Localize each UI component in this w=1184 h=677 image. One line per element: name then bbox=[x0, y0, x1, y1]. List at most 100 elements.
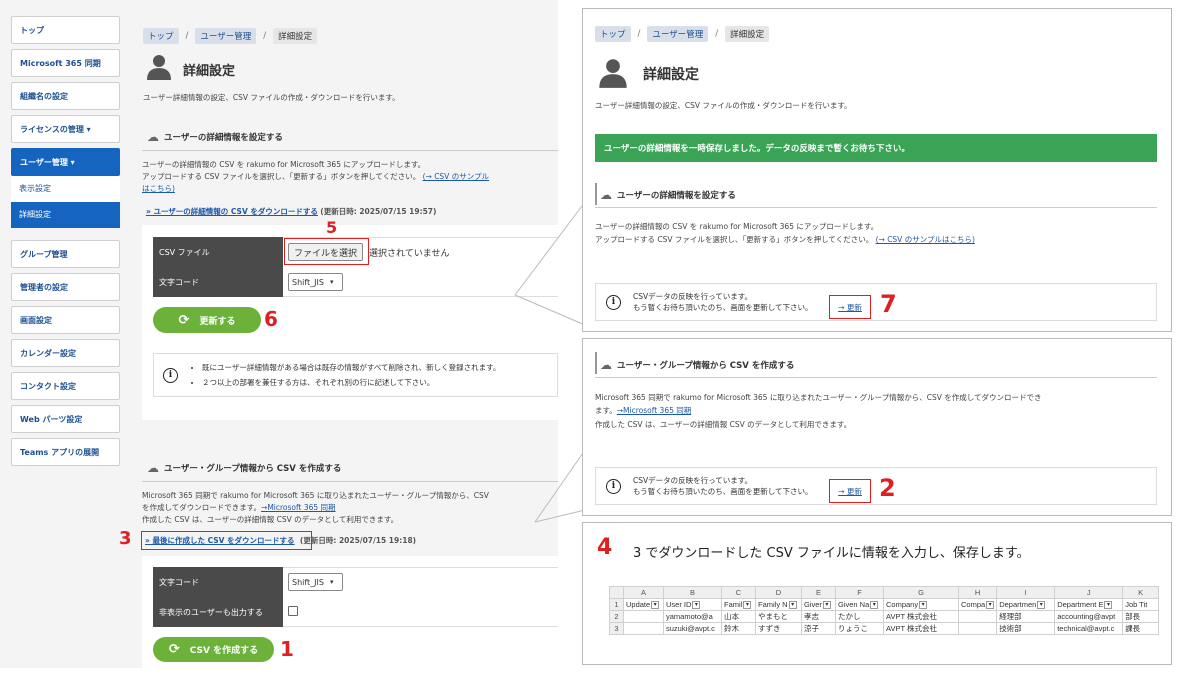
m365-sync-link[interactable]: →Microsoft 365 同期 bbox=[617, 406, 692, 415]
cell[interactable]: すずき bbox=[755, 622, 802, 635]
column-letter: E bbox=[801, 586, 836, 599]
sidebar-item-webparts[interactable]: Web パーツ設定 bbox=[11, 405, 120, 433]
header-cell[interactable]: Given Na ▾ bbox=[835, 598, 884, 611]
cell[interactable]: 山本 bbox=[721, 610, 756, 623]
column-letter: B bbox=[663, 586, 722, 599]
filter-dropdown-icon[interactable]: ▾ bbox=[651, 601, 660, 609]
sidebar-item-teams[interactable]: Teams アプリの展開 bbox=[11, 438, 120, 466]
breadcrumb-users[interactable]: ユーザー管理 bbox=[195, 28, 257, 44]
step-2-marker: 2 bbox=[879, 474, 896, 502]
progress-notice: i CSVデータの反映を行っています。 もう暫くお待ち頂いたのち、画面を更新して… bbox=[595, 467, 1157, 505]
cell[interactable] bbox=[957, 622, 998, 635]
cell[interactable] bbox=[623, 622, 664, 635]
cell[interactable]: suzuki@avpt.c bbox=[663, 622, 722, 635]
filter-dropdown-icon[interactable]: ▾ bbox=[1037, 601, 1046, 609]
cell[interactable]: technical@avpt.c bbox=[1054, 622, 1124, 635]
filter-dropdown-icon[interactable]: ▾ bbox=[692, 601, 701, 609]
cell[interactable]: 部長 bbox=[1122, 610, 1160, 623]
csv-sample-link[interactable]: (→ CSV のサンプル bbox=[423, 172, 489, 181]
create-encoding-select[interactable]: Shift_JIS ▾ bbox=[288, 573, 343, 591]
cell[interactable]: yamamoto@a bbox=[663, 610, 722, 623]
column-letter: J bbox=[1054, 586, 1124, 599]
breadcrumb-top[interactable]: トップ bbox=[595, 26, 631, 42]
filter-dropdown-icon[interactable]: ▾ bbox=[743, 601, 752, 609]
download-last-csv-link[interactable]: » 最後に作成した CSV をダウンロードする bbox=[145, 536, 295, 545]
sidebar-item-contact[interactable]: コンタクト設定 bbox=[11, 372, 120, 400]
refresh-link[interactable]: → 更新 bbox=[838, 486, 862, 497]
header-cell[interactable]: Departmen ▾ bbox=[996, 598, 1056, 611]
sidebar-subitem-display[interactable]: 表示設定 bbox=[11, 176, 120, 202]
cell[interactable] bbox=[957, 610, 998, 623]
sidebar-item-groups[interactable]: グループ管理 bbox=[11, 240, 120, 268]
cell[interactable]: 鈴木 bbox=[721, 622, 756, 635]
encoding-select[interactable]: Shift_JIS ▾ bbox=[288, 273, 343, 291]
sidebar-item-top[interactable]: トップ bbox=[11, 16, 120, 44]
header-cell[interactable]: Company ▾ bbox=[883, 598, 959, 611]
column-letter-row: A B C D E F G H I J K bbox=[609, 586, 1160, 599]
cell[interactable] bbox=[623, 610, 664, 623]
header-cell[interactable]: Department E ▾ bbox=[1054, 598, 1124, 611]
breadcrumb-users[interactable]: ユーザー管理 bbox=[647, 26, 709, 42]
last-csv-time: (更新日時: 2025/07/15 19:18) bbox=[299, 536, 417, 545]
sidebar-item-license[interactable]: ライセンスの管理 ▾ bbox=[11, 115, 120, 143]
cell[interactable]: やまもと bbox=[755, 610, 802, 623]
header-cell[interactable]: Family N ▾ bbox=[755, 598, 802, 611]
step-5-marker: 5 bbox=[326, 218, 338, 237]
sidebar-item-calendar[interactable]: カレンダー設定 bbox=[11, 339, 120, 367]
header-cell[interactable]: Famil ▾ bbox=[721, 598, 756, 611]
sidebar-item-users[interactable]: ユーザー管理 ▾ bbox=[11, 148, 120, 176]
sidebar-item-org-name[interactable]: 組織名の設定 bbox=[11, 82, 120, 110]
hidden-users-checkbox[interactable] bbox=[288, 606, 298, 616]
sidebar-subitem-detail[interactable]: 詳細設定 bbox=[11, 202, 120, 228]
download-detail-csv-link[interactable]: » ユーザーの詳細情報の CSV をダウンロードする bbox=[146, 207, 318, 216]
breadcrumb-current: 詳細設定 bbox=[725, 26, 770, 42]
choose-file-button[interactable]: ファイルを選択 bbox=[288, 243, 364, 261]
csv-sample-link-cont[interactable]: はこちら) bbox=[142, 184, 175, 193]
header-cell[interactable]: Update ▾ bbox=[623, 598, 664, 611]
cloud-download-icon: ☁ bbox=[600, 358, 612, 372]
breadcrumb: トップ / ユーザー管理 / 詳細設定 bbox=[595, 26, 770, 42]
header-cell[interactable]: Job Tit bbox=[1122, 598, 1160, 611]
cell[interactable]: AVPT 株式会社 bbox=[883, 610, 959, 623]
filter-dropdown-icon[interactable]: ▾ bbox=[1104, 601, 1113, 609]
filter-dropdown-icon[interactable]: ▾ bbox=[986, 601, 995, 609]
sidebar-item-m365-sync[interactable]: Microsoft 365 同期 bbox=[11, 49, 120, 77]
filter-dropdown-icon[interactable]: ▾ bbox=[870, 601, 879, 609]
header-cell[interactable]: User ID ▾ bbox=[663, 598, 722, 611]
column-letter: C bbox=[721, 586, 756, 599]
header-cell[interactable]: Compa ▾ bbox=[957, 598, 998, 611]
cell[interactable]: りょうこ bbox=[835, 622, 884, 635]
filter-dropdown-icon[interactable]: ▾ bbox=[822, 601, 831, 609]
update-button[interactable]: ⟳ 更新する bbox=[153, 307, 261, 333]
create-csv-button[interactable]: ⟳ CSV を作成する bbox=[153, 637, 274, 662]
cell[interactable]: 課長 bbox=[1122, 622, 1160, 635]
divider bbox=[142, 150, 558, 151]
cell[interactable]: 経理部 bbox=[996, 610, 1056, 623]
filter-dropdown-icon[interactable]: ▾ bbox=[788, 601, 797, 609]
cell[interactable]: AVPT 株式会社 bbox=[883, 622, 959, 635]
breadcrumb: トップ / ユーザー管理 / 詳細設定 bbox=[143, 28, 318, 44]
column-letter: K bbox=[1122, 586, 1160, 599]
info-icon: i bbox=[606, 294, 621, 310]
step-4-text: 3 でダウンロードした CSV ファイルに情報を入力し、保存します。 bbox=[633, 546, 1030, 561]
filter-dropdown-icon[interactable]: ▾ bbox=[919, 601, 928, 609]
upload-desc-1: ユーザーの詳細情報の CSV を rakumo for Microsoft 36… bbox=[595, 222, 879, 231]
callout-panel-create-result: ☁ ユーザー・グループ情報から CSV を作成する Microsoft 365 … bbox=[582, 338, 1172, 516]
row-number: 2 bbox=[609, 610, 624, 623]
cell[interactable]: accounting@avpt bbox=[1054, 610, 1124, 623]
sidebar-item-screen[interactable]: 画面設定 bbox=[11, 306, 120, 334]
sidebar: トップ Microsoft 365 同期 組織名の設定 ライセンスの管理 ▾ ユ… bbox=[11, 16, 120, 471]
sidebar-item-admins[interactable]: 管理者の設定 bbox=[11, 273, 120, 301]
cell[interactable]: 孝志 bbox=[801, 610, 836, 623]
m365-sync-link[interactable]: →Microsoft 365 同期 bbox=[261, 503, 336, 512]
cell[interactable]: 涼子 bbox=[801, 622, 836, 635]
header-cell[interactable]: Giver ▾ bbox=[801, 598, 836, 611]
breadcrumb-current: 詳細設定 bbox=[273, 28, 318, 44]
refresh-link[interactable]: → 更新 bbox=[838, 302, 862, 313]
csv-sample-link[interactable]: (→ CSV のサンプルはこちら) bbox=[876, 235, 975, 244]
corner-cell bbox=[609, 586, 624, 599]
cell[interactable]: 技術部 bbox=[996, 622, 1056, 635]
breadcrumb-separator: / bbox=[715, 29, 719, 39]
cell[interactable]: たかし bbox=[835, 610, 884, 623]
breadcrumb-top[interactable]: トップ bbox=[143, 28, 179, 44]
